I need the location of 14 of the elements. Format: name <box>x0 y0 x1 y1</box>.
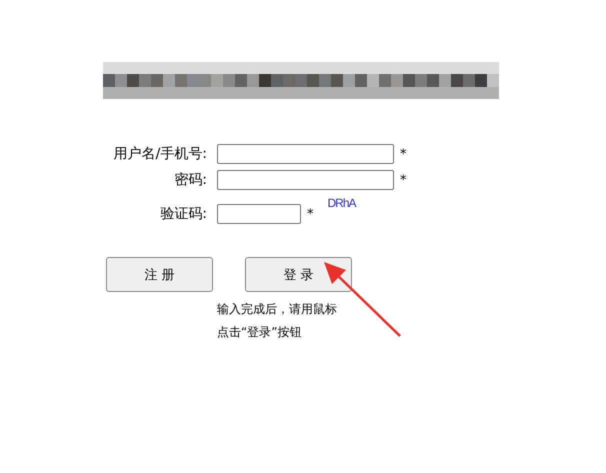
field-label: 密码: <box>173 171 207 189</box>
hint-text: 输入完成后，请用鼠标 <box>217 301 337 318</box>
password-field[interactable] <box>217 170 394 190</box>
field-label: 用户名/手机号: <box>112 145 207 163</box>
hint-text: 点击“登录”按钮 <box>217 324 302 341</box>
captcha-image[interactable]: DRhA <box>328 196 356 210</box>
required-mark: * <box>400 172 406 188</box>
field-label: 验证码: <box>159 205 207 223</box>
username-field[interactable] <box>217 144 394 164</box>
captcha-field[interactable] <box>217 204 301 224</box>
required-mark: * <box>307 206 314 222</box>
register-button[interactable]: 注 册 <box>106 257 213 292</box>
login-button[interactable]: 登 录 <box>245 257 352 292</box>
required-mark: * <box>400 146 406 162</box>
